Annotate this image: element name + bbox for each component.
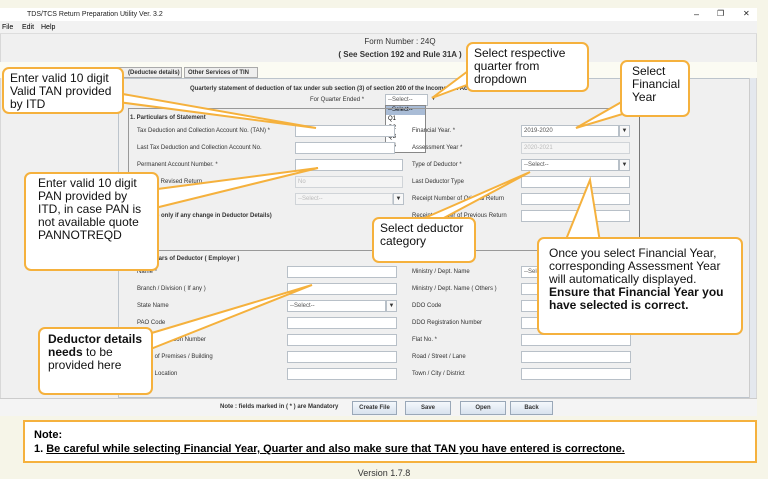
pan-callout: Enter valid 10 digit PAN provided by ITD… — [24, 172, 159, 271]
quarter-callout: Select respective quarter from dropdown — [466, 42, 589, 92]
fy-callout: Select Financial Year — [620, 60, 690, 117]
ay-callout-text: Once you select Financial Year, correspo… — [549, 246, 721, 286]
ay-callout-warning: Ensure that Financial Year you have sele… — [549, 285, 724, 312]
deductor-category-callout: Select deductor category — [372, 217, 476, 263]
tan-callout: Enter valid 10 digit Valid TAN provided … — [2, 67, 124, 114]
pan-callout-tail — [148, 167, 319, 210]
deductor-details-callout: Deductor details needs to be provided he… — [38, 327, 153, 395]
assessment-year-callout: Once you select Financial Year, correspo… — [537, 237, 743, 335]
employer-callout-tail — [143, 284, 313, 352]
ay-callout-tail — [563, 176, 602, 243]
deductor-callout-tail — [419, 171, 531, 221]
tan-callout-tail — [99, 89, 317, 129]
